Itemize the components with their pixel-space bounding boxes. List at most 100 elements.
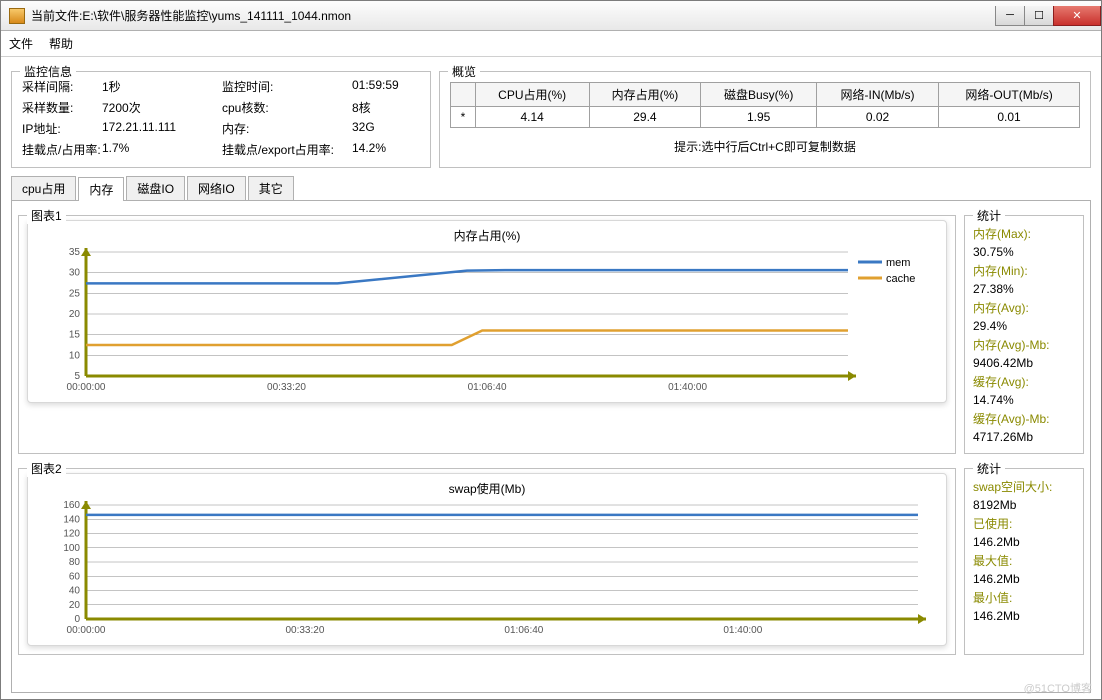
overview-group: 概览 CPU占用(%)内存占用(%)磁盘Busy(%)网络-IN(Mb/s)网络… bbox=[439, 71, 1091, 168]
tab-body: 图表1 内存占用(%) 510152025303500:00:0000:33:2… bbox=[11, 200, 1091, 693]
chart1-legend: 图表1 bbox=[27, 207, 66, 224]
chart2-box: swap使用(Mb) 02040608010012014016000:00:00… bbox=[27, 473, 947, 646]
stat-label: swap空间大小: bbox=[973, 478, 1075, 495]
chart2-title: swap使用(Mb) bbox=[36, 480, 938, 497]
tab-2[interactable]: 磁盘IO bbox=[126, 176, 185, 200]
value-ip: 172.21.11.111 bbox=[102, 120, 222, 137]
label-ip: IP地址: bbox=[22, 120, 102, 137]
stat-value: 146.2Mb bbox=[973, 572, 1075, 586]
overview-hint: 提示:选中行后Ctrl+C即可复制数据 bbox=[450, 128, 1080, 159]
overview-row-marker[interactable]: * bbox=[451, 107, 476, 128]
overview-legend: 概览 bbox=[448, 63, 480, 80]
stat-value: 9406.42Mb bbox=[973, 356, 1075, 370]
svg-text:00:33:20: 00:33:20 bbox=[267, 382, 306, 393]
chart1-stats: 统计 内存(Max):30.75%内存(Min):27.38%内存(Avg):2… bbox=[964, 215, 1084, 454]
stat-label: 已使用: bbox=[973, 515, 1075, 532]
stat-label: 内存(Min): bbox=[973, 262, 1075, 279]
tab-4[interactable]: 其它 bbox=[248, 176, 294, 200]
tab-0[interactable]: cpu占用 bbox=[11, 176, 76, 200]
stat-value: 146.2Mb bbox=[973, 535, 1075, 549]
stat-label: 内存(Avg): bbox=[973, 299, 1075, 316]
label-mem: 内存: bbox=[222, 120, 352, 137]
chart1-plot[interactable]: 510152025303500:00:0000:33:2001:06:4001:… bbox=[36, 246, 938, 396]
tab-3[interactable]: 网络IO bbox=[187, 176, 246, 200]
svg-text:01:40:00: 01:40:00 bbox=[668, 382, 707, 393]
label-sample-interval: 采样间隔: bbox=[22, 78, 102, 95]
overview-cell[interactable]: 29.4 bbox=[589, 107, 701, 128]
maximize-button[interactable]: ☐ bbox=[1024, 6, 1054, 26]
stat-value: 146.2Mb bbox=[973, 609, 1075, 623]
label-sample-count: 采样数量: bbox=[22, 99, 102, 116]
svg-text:01:06:40: 01:06:40 bbox=[504, 625, 543, 636]
stat-value: 30.75% bbox=[973, 245, 1075, 259]
stat-label: 内存(Avg)-Mb: bbox=[973, 336, 1075, 353]
overview-header: 网络-OUT(Mb/s) bbox=[939, 83, 1080, 107]
stat-label: 最大值: bbox=[973, 552, 1075, 569]
svg-text:80: 80 bbox=[69, 557, 81, 568]
label-export-usage: 挂载点/export占用率: bbox=[222, 141, 352, 158]
svg-text:00:33:20: 00:33:20 bbox=[285, 625, 324, 636]
svg-text:0: 0 bbox=[74, 614, 80, 625]
stat-value: 14.74% bbox=[973, 393, 1075, 407]
content-area: 监控信息 采样间隔: 1秒 监控时间: 01:59:59 采样数量: 7200次… bbox=[1, 57, 1101, 699]
overview-header: 磁盘Busy(%) bbox=[701, 83, 817, 107]
minimize-button[interactable]: ─ bbox=[995, 6, 1025, 26]
overview-header: 内存占用(%) bbox=[589, 83, 701, 107]
svg-text:30: 30 bbox=[69, 268, 81, 279]
stat-label: 最小值: bbox=[973, 589, 1075, 606]
label-mount-usage: 挂载点/占用率: bbox=[22, 141, 102, 158]
tab-strip: cpu占用内存磁盘IO网络IO其它 bbox=[11, 176, 1091, 200]
svg-text:160: 160 bbox=[63, 500, 80, 511]
chart1-title: 内存占用(%) bbox=[36, 227, 938, 244]
stat-label: 缓存(Avg): bbox=[973, 373, 1075, 390]
stat-value: 27.38% bbox=[973, 282, 1075, 296]
svg-text:120: 120 bbox=[63, 529, 80, 540]
svg-text:100: 100 bbox=[63, 543, 80, 554]
overview-header: 网络-IN(Mb/s) bbox=[816, 83, 938, 107]
stat-value: 4717.26Mb bbox=[973, 430, 1075, 444]
tab-1[interactable]: 内存 bbox=[78, 177, 124, 201]
svg-text:20: 20 bbox=[69, 309, 81, 320]
titlebar[interactable]: 当前文件:E:\软件\服务器性能监控\yums_141111_1044.nmon… bbox=[1, 1, 1101, 31]
stat-label: 内存(Max): bbox=[973, 225, 1075, 242]
svg-text:40: 40 bbox=[69, 586, 81, 597]
menu-help[interactable]: 帮助 bbox=[49, 35, 73, 52]
label-monitor-time: 监控时间: bbox=[222, 78, 352, 95]
overview-cell[interactable]: 4.14 bbox=[475, 107, 589, 128]
svg-text:00:00:00: 00:00:00 bbox=[67, 382, 106, 393]
value-monitor-time: 01:59:59 bbox=[352, 78, 422, 95]
chart1-stats-legend: 统计 bbox=[973, 207, 1005, 224]
chart2-stats-legend: 统计 bbox=[973, 460, 1005, 477]
overview-cell[interactable]: 0.02 bbox=[816, 107, 938, 128]
monitor-info-group: 监控信息 采样间隔: 1秒 监控时间: 01:59:59 采样数量: 7200次… bbox=[11, 71, 431, 168]
menubar: 文件 帮助 bbox=[1, 31, 1101, 57]
stat-value: 8192Mb bbox=[973, 498, 1075, 512]
svg-text:20: 20 bbox=[69, 600, 81, 611]
chart1-group: 图表1 内存占用(%) 510152025303500:00:0000:33:2… bbox=[18, 215, 956, 454]
stat-label: 缓存(Avg)-Mb: bbox=[973, 410, 1075, 427]
window-controls: ─ ☐ ✕ bbox=[996, 6, 1101, 26]
app-icon bbox=[9, 8, 25, 24]
chart2-stats: 统计 swap空间大小:8192Mb已使用:146.2Mb最大值:146.2Mb… bbox=[964, 468, 1084, 655]
value-sample-count: 7200次 bbox=[102, 99, 222, 116]
chart2-plot[interactable]: 02040608010012014016000:00:0000:33:2001:… bbox=[36, 499, 938, 639]
value-sample-interval: 1秒 bbox=[102, 78, 222, 95]
value-export-usage: 14.2% bbox=[352, 141, 422, 158]
stat-value: 29.4% bbox=[973, 319, 1075, 333]
svg-text:140: 140 bbox=[63, 514, 80, 525]
overview-table[interactable]: CPU占用(%)内存占用(%)磁盘Busy(%)网络-IN(Mb/s)网络-OU… bbox=[450, 82, 1080, 128]
svg-text:25: 25 bbox=[69, 288, 81, 299]
value-mount-usage: 1.7% bbox=[102, 141, 222, 158]
svg-text:01:06:40: 01:06:40 bbox=[468, 382, 507, 393]
menu-file[interactable]: 文件 bbox=[9, 35, 33, 52]
close-button[interactable]: ✕ bbox=[1053, 6, 1101, 26]
overview-cell[interactable]: 1.95 bbox=[701, 107, 817, 128]
overview-cell[interactable]: 0.01 bbox=[939, 107, 1080, 128]
chart2-legend: 图表2 bbox=[27, 460, 66, 477]
svg-text:35: 35 bbox=[69, 247, 81, 258]
svg-text:15: 15 bbox=[69, 330, 81, 341]
svg-text:5: 5 bbox=[74, 371, 80, 382]
svg-text:cache: cache bbox=[886, 273, 915, 285]
chart1-box: 内存占用(%) 510152025303500:00:0000:33:2001:… bbox=[27, 220, 947, 403]
window-title: 当前文件:E:\软件\服务器性能监控\yums_141111_1044.nmon bbox=[31, 7, 996, 24]
